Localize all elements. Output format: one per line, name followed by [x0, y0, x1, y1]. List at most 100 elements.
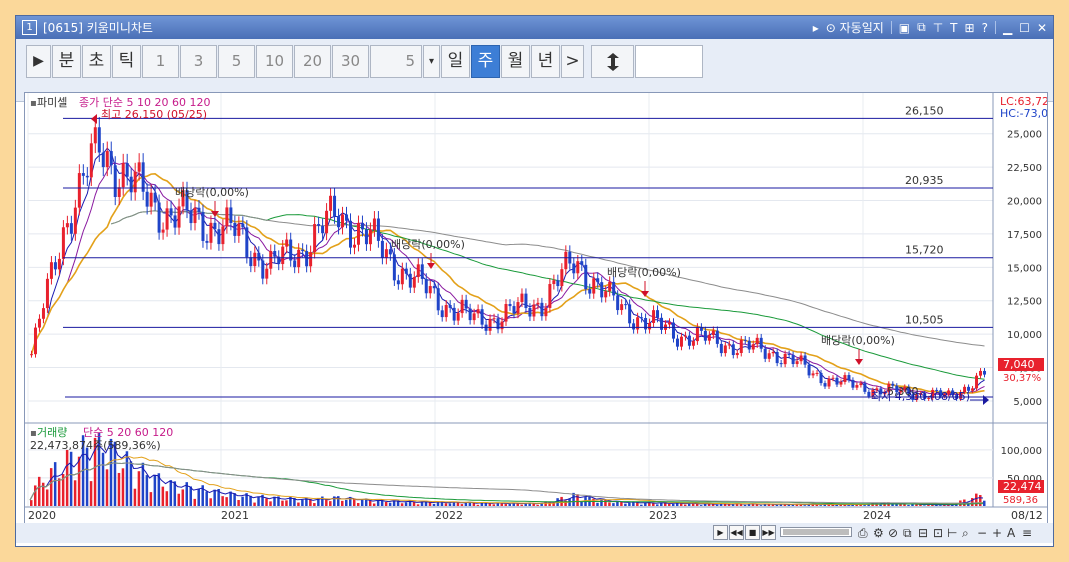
- candle-body: [516, 302, 520, 314]
- candle-body: [512, 306, 516, 314]
- candle-body: [177, 206, 181, 228]
- candle-body: [41, 308, 45, 319]
- candle-body: [596, 278, 600, 283]
- scroll-right-button[interactable]: ▶: [713, 525, 728, 540]
- volume-bar: [979, 495, 982, 506]
- volume-bar: [225, 497, 228, 506]
- candle-body: [269, 250, 273, 269]
- candle-body: [301, 249, 305, 252]
- fast-forward-button[interactable]: ▶▶: [761, 525, 776, 540]
- volume-bar: [624, 503, 627, 506]
- hc-label: HC:-73,0: [1000, 107, 1047, 120]
- zoom-search-icon[interactable]: ⌕: [962, 526, 969, 541]
- copy-window-icon[interactable]: ⧉: [917, 20, 926, 35]
- candles: [30, 117, 987, 402]
- candle-body: [787, 353, 791, 355]
- week-button[interactable]: 주: [471, 45, 500, 78]
- current-volume: 22,474: [1003, 480, 1042, 493]
- volume-bar: [520, 504, 523, 506]
- interval-3-button[interactable]: 3: [180, 45, 217, 78]
- candle-body: [392, 254, 396, 281]
- rewind-button[interactable]: ◀◀: [729, 525, 744, 540]
- close-icon[interactable]: ✕: [1037, 21, 1047, 35]
- window-copy-icon[interactable]: ⧉: [903, 526, 912, 541]
- zoom-in-icon[interactable]: +: [992, 526, 1002, 540]
- candle-body: [97, 127, 101, 153]
- capture-icon[interactable]: ⊡: [933, 526, 943, 540]
- volume-bar: [536, 504, 539, 506]
- candle-body: [731, 344, 735, 356]
- adjust-height-button[interactable]: [591, 45, 634, 78]
- volume-bar: [105, 469, 109, 506]
- volume-bar: [612, 503, 615, 506]
- volume-bar: [448, 503, 452, 506]
- minute-button[interactable]: 분: [52, 45, 81, 78]
- expand-arrow-icon[interactable]: ▸: [813, 21, 819, 35]
- code-input[interactable]: [635, 45, 703, 78]
- minimize-icon[interactable]: ▁: [1003, 21, 1012, 35]
- auto-lock-button[interactable]: ⊙ 자동일지: [826, 19, 884, 36]
- year-button[interactable]: 년: [531, 45, 560, 78]
- volume-bar: [341, 500, 344, 506]
- grid-icon[interactable]: ⊞: [965, 21, 975, 35]
- candle-body: [165, 208, 169, 230]
- candle-body: [584, 264, 588, 290]
- month-button[interactable]: 월: [501, 45, 530, 78]
- low-note: 최저 4,300 (08/05): [871, 390, 970, 403]
- interval-5-button[interactable]: 5: [218, 45, 255, 78]
- interval-1-button[interactable]: 1: [142, 45, 179, 78]
- count-dropdown-icon[interactable]: ▾: [423, 45, 440, 78]
- count-input[interactable]: 5: [370, 45, 422, 78]
- volume-bar: [368, 500, 372, 506]
- candle-body: [863, 383, 867, 392]
- interval-20-button[interactable]: 20: [294, 45, 331, 78]
- day-button[interactable]: 일: [441, 45, 470, 78]
- volume-bar: [384, 502, 388, 506]
- candle-body: [819, 372, 823, 384]
- volume-bar: [221, 496, 224, 506]
- candle-body: [452, 307, 456, 321]
- indicator-icon[interactable]: ⊘: [888, 526, 898, 540]
- zoom-scrollbar[interactable]: [780, 527, 852, 537]
- candle-body: [835, 377, 839, 385]
- zoom-out-icon[interactable]: −: [977, 526, 987, 540]
- scrollbar-thumb[interactable]: [783, 529, 849, 535]
- settings-icon[interactable]: ⚙: [873, 526, 884, 540]
- interval-10-button[interactable]: 10: [256, 45, 293, 78]
- volume-bar: [608, 502, 611, 506]
- candle-body: [173, 215, 177, 228]
- chart-canvas: 25,000 22,500 20,000 17,500 15,000 12,500 10,0…: [25, 93, 1047, 522]
- help-icon[interactable]: ?: [982, 21, 988, 35]
- stop-button[interactable]: ■: [745, 525, 760, 540]
- window-title: [0615] 키움미니차트: [43, 21, 153, 35]
- text-tool-icon[interactable]: T: [950, 21, 957, 35]
- title-bar[interactable]: 1 [0615] 키움미니차트 ▸ ⊙ 자동일지 ▣ ⧉ ⊤ T ⊞ ? ▁ ☐…: [16, 16, 1053, 39]
- play-button[interactable]: ▶: [26, 45, 51, 78]
- layout-icon[interactable]: ⊟: [918, 526, 928, 540]
- pin-icon[interactable]: ⊤: [933, 21, 943, 35]
- volume-bar: [265, 498, 268, 506]
- candle-body: [233, 222, 237, 236]
- second-button[interactable]: 초: [82, 45, 111, 78]
- candle-body: [77, 173, 81, 208]
- crosshair-icon[interactable]: ⊢: [947, 526, 957, 540]
- maximize-icon[interactable]: ☐: [1019, 21, 1030, 35]
- candle-body: [735, 353, 739, 356]
- volume-bar: [596, 502, 599, 506]
- volume-bar: [169, 480, 173, 506]
- interval-30-button[interactable]: 30: [332, 45, 369, 78]
- candle-body: [723, 345, 727, 354]
- next-button[interactable]: >: [561, 45, 584, 78]
- volume-bar: [133, 488, 137, 506]
- panel-icon[interactable]: ▣: [899, 21, 910, 35]
- candle-body: [372, 218, 376, 230]
- menu-icon[interactable]: ≡: [1022, 526, 1032, 540]
- candle-body: [763, 348, 767, 359]
- tick-button[interactable]: 틱: [112, 45, 141, 78]
- candle-body: [831, 377, 835, 379]
- candle-body: [556, 280, 560, 287]
- candle-body: [133, 171, 137, 193]
- print-icon[interactable]: ⎙: [858, 526, 868, 541]
- font-size-icon[interactable]: A: [1007, 526, 1015, 540]
- dividend-note-4: 배당락(0,00%): [821, 334, 895, 347]
